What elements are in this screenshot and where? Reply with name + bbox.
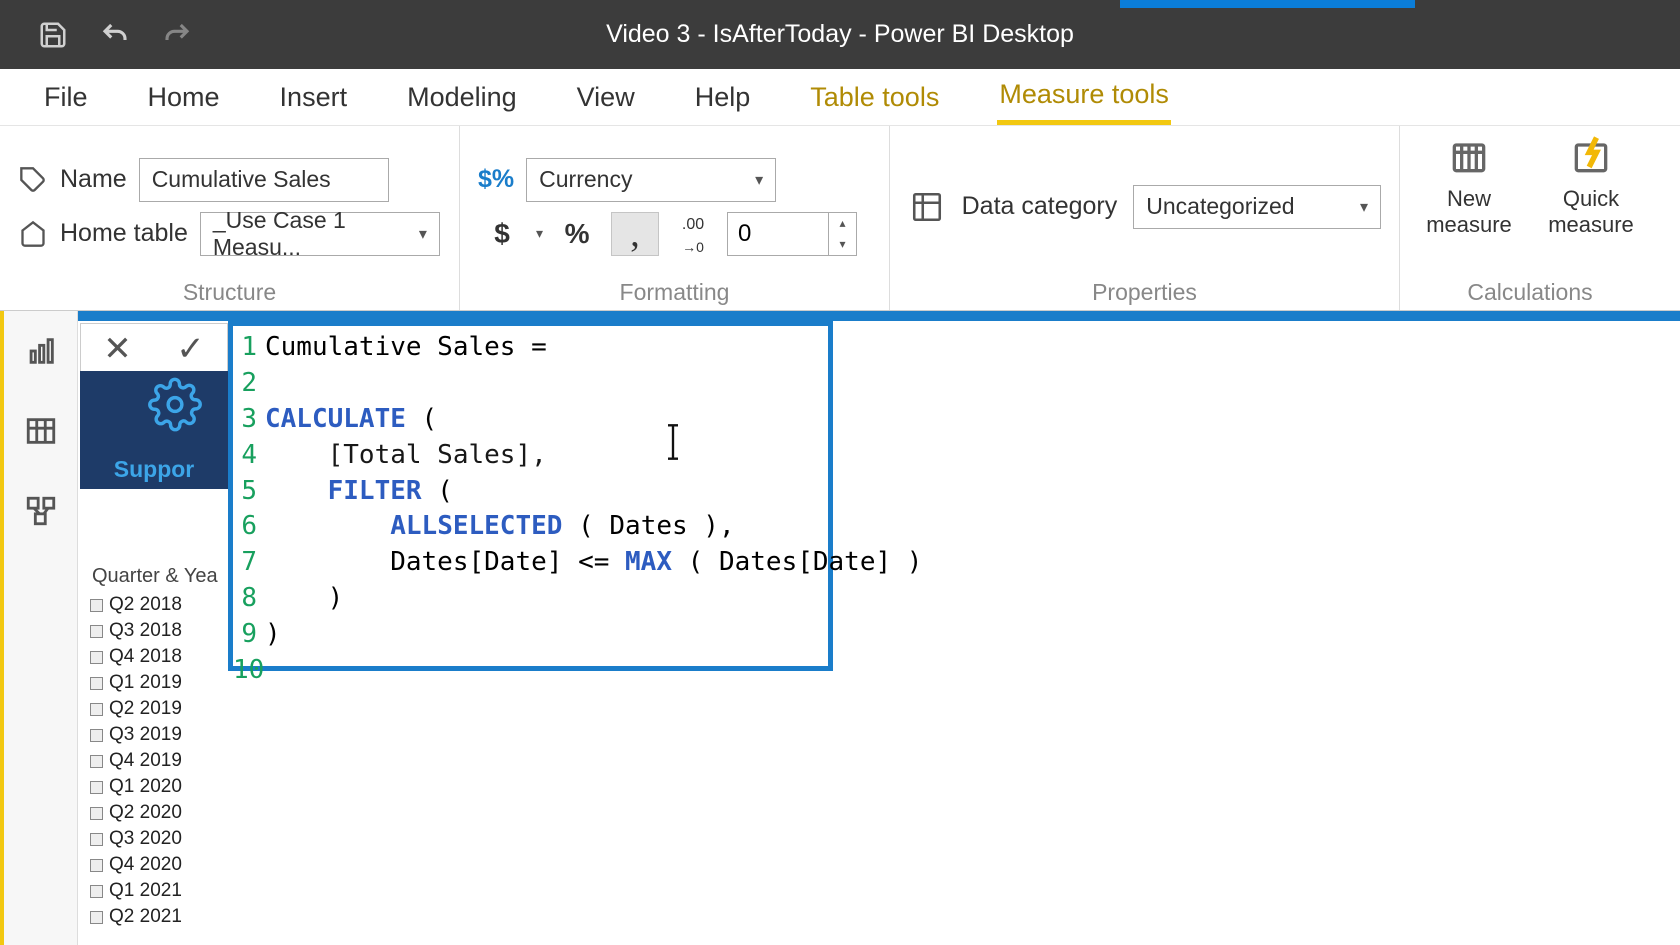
slicer-item[interactable]: Q1 2019: [90, 670, 218, 696]
ribbon-body: Name Home table _Use Case 1 Measu...▾ St…: [0, 126, 1680, 311]
tab-table-tools[interactable]: Table tools: [808, 72, 941, 123]
tab-view[interactable]: View: [575, 72, 637, 123]
dax-line: 10: [233, 653, 828, 689]
group-label-properties: Properties: [908, 279, 1381, 308]
quick-measure-button[interactable]: Quick measure: [1540, 134, 1642, 239]
slicer-item[interactable]: Q1 2021: [90, 878, 218, 904]
tab-measure-tools[interactable]: Measure tools: [997, 69, 1171, 125]
slicer-header: Quarter & Year: [90, 561, 218, 592]
currency-format-button[interactable]: $: [478, 212, 526, 256]
dax-line: 2: [233, 366, 828, 402]
dax-line: 5 FILTER (: [233, 474, 828, 510]
undo-icon[interactable]: [98, 18, 132, 52]
format-select[interactable]: Currency▾: [526, 158, 776, 202]
slicer-item[interactable]: Q2 2018: [90, 592, 218, 618]
home-icon: [18, 219, 48, 249]
slicer-item[interactable]: Q4 2020: [90, 852, 218, 878]
group-label-formatting: Formatting: [478, 279, 871, 308]
decimal-places-spinner[interactable]: 0 ▴▾: [727, 212, 857, 256]
report-canvas: ✕ ✓ Suppor 1Cumulative Sales =23CALCULAT…: [78, 311, 1680, 945]
slicer-item[interactable]: Q3 2020: [90, 826, 218, 852]
app-title: Video 3 - IsAfterToday - Power BI Deskto…: [490, 20, 1190, 49]
new-measure-button[interactable]: New measure: [1418, 134, 1520, 239]
accent-bar: [1120, 0, 1415, 8]
data-category-select[interactable]: Uncategorized▾: [1133, 185, 1381, 229]
cancel-formula-button[interactable]: ✕: [81, 324, 154, 374]
dax-line: 1Cumulative Sales =: [233, 330, 828, 366]
slicer-item[interactable]: Q1 2020: [90, 774, 218, 800]
dax-formula-editor[interactable]: 1Cumulative Sales =23CALCULATE (4 [Total…: [228, 321, 833, 671]
tag-icon: [18, 165, 48, 195]
dax-line: 9): [233, 617, 828, 653]
title-bar: Video 3 - IsAfterToday - Power BI Deskto…: [0, 0, 1680, 69]
report-view-icon[interactable]: [21, 331, 61, 371]
tab-file[interactable]: File: [42, 72, 90, 123]
view-switcher: [4, 311, 78, 945]
tab-insert[interactable]: Insert: [278, 72, 350, 123]
group-label-structure: Structure: [18, 279, 441, 308]
redo-icon[interactable]: [160, 18, 194, 52]
data-view-icon[interactable]: [21, 411, 61, 451]
decimals-icon: .00 →0: [669, 212, 717, 256]
measure-name-input[interactable]: [139, 158, 389, 202]
text-cursor-icon: [661, 422, 685, 472]
tab-modeling[interactable]: Modeling: [405, 72, 519, 123]
ribbon-tabs: File Home Insert Modeling View Help Tabl…: [0, 69, 1680, 126]
gear-icon: [140, 377, 210, 438]
save-icon[interactable]: [36, 18, 70, 52]
thousands-separator-button[interactable]: ,: [611, 212, 659, 256]
formula-bar-controls: ✕ ✓: [80, 323, 228, 375]
slicer-item[interactable]: Q2 2020: [90, 800, 218, 826]
name-label: Name: [60, 165, 127, 194]
dax-line: 4 [Total Sales],: [233, 438, 828, 474]
format-icon: $%: [478, 165, 514, 194]
dax-line: 8 ): [233, 581, 828, 617]
group-label-calculations: Calculations: [1418, 279, 1642, 308]
commit-formula-button[interactable]: ✓: [154, 324, 227, 374]
home-table-select[interactable]: _Use Case 1 Measu...▾: [200, 212, 440, 256]
percent-format-button[interactable]: %: [553, 212, 601, 256]
dax-line: 6 ALLSELECTED ( Dates ),: [233, 509, 828, 545]
dax-line: 3CALCULATE (: [233, 402, 828, 438]
slicer-item[interactable]: Q2 2019: [90, 696, 218, 722]
slicer-item[interactable]: Q3 2018: [90, 618, 218, 644]
slicer-item[interactable]: Q4 2018: [90, 644, 218, 670]
tab-help[interactable]: Help: [693, 72, 753, 123]
dax-line: 7 Dates[Date] <= MAX ( Dates[Date] ): [233, 545, 828, 581]
model-view-icon[interactable]: [21, 491, 61, 531]
home-table-label: Home table: [60, 219, 188, 248]
data-category-icon: [908, 188, 946, 226]
slicer-item[interactable]: Q2 2021: [90, 904, 218, 930]
support-card: Suppor: [80, 371, 228, 489]
quarter-year-slicer[interactable]: Quarter & Year Q2 2018Q3 2018Q4 2018Q1 2…: [90, 561, 218, 930]
slicer-item[interactable]: Q4 2019: [90, 748, 218, 774]
data-category-label: Data category: [962, 192, 1118, 221]
slicer-item[interactable]: Q3 2019: [90, 722, 218, 748]
tab-home[interactable]: Home: [146, 72, 222, 123]
